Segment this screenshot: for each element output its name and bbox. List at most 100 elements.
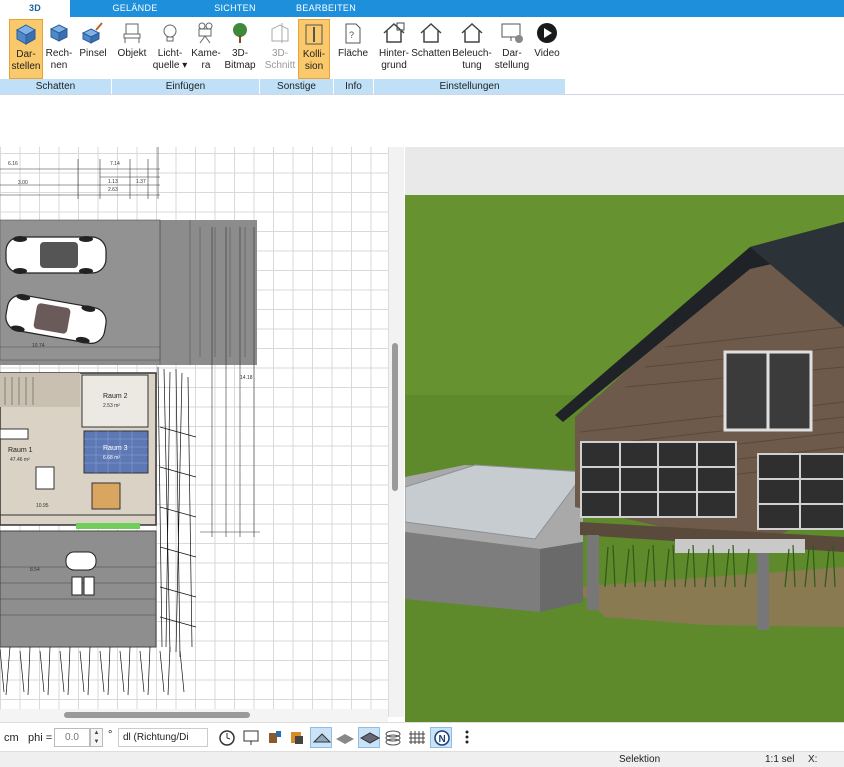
- video-label: Video: [534, 48, 560, 59]
- phi-spinner[interactable]: ▲ ▼: [90, 728, 103, 747]
- flaeche-button[interactable]: ? Fläche: [336, 19, 370, 79]
- room-1-label: Raum 1: [8, 447, 33, 454]
- degree-label: °: [108, 729, 113, 741]
- view-mode-icon[interactable]: [310, 727, 332, 748]
- objekt-button[interactable]: Objekt: [115, 19, 149, 79]
- monitor-gear-icon: [501, 23, 523, 43]
- hintergrund-button[interactable]: Hinter- grund: [375, 19, 413, 79]
- dim-label-9: 10.95: [36, 503, 49, 509]
- dim-label-5: 1.37: [136, 179, 146, 185]
- 3d-bitmap-label-1: 3D-: [231, 48, 249, 59]
- 3d-bitmap-button[interactable]: 3D- Bitmap: [222, 19, 258, 79]
- group-schatten: Schatten: [0, 79, 112, 94]
- paint-icon[interactable]: [264, 727, 286, 748]
- cube-calc-icon: [49, 24, 69, 42]
- lichtquelle-label-2: quelle ▾: [152, 60, 188, 71]
- group-info: Info: [334, 79, 374, 94]
- direction-dropdown[interactable]: dl (Richtung/Di: [118, 728, 208, 747]
- house-shadow-icon: [420, 22, 442, 43]
- group-einfuegen: Einfügen: [112, 79, 260, 94]
- dim-label-3: 3.00: [18, 180, 28, 186]
- kamera-button[interactable]: Kame- ra: [190, 19, 222, 79]
- lichtquelle-button[interactable]: Licht- quelle ▾: [150, 19, 190, 79]
- group-einstellungen: Einstellungen: [374, 79, 566, 94]
- 3d-bitmap-label-2: Bitmap: [224, 60, 256, 71]
- video-button[interactable]: Video: [530, 19, 564, 79]
- darstellen-label-2: stellen: [11, 61, 41, 72]
- objekt-label: Objekt: [117, 48, 147, 59]
- darstellung-label-1: Dar-: [502, 48, 522, 59]
- schatten-button[interactable]: Schatten: [411, 19, 451, 79]
- monitor-icon[interactable]: [240, 727, 262, 748]
- carport-3d: [405, 464, 586, 612]
- grid-material-icon[interactable]: [334, 727, 356, 748]
- lichtquelle-label-1: Licht-: [157, 48, 183, 59]
- dim-label-4: 1.13: [108, 179, 118, 185]
- kollision-label-2: sion: [304, 61, 324, 72]
- ribbon: Dar- stellen Rech- nen Pinsel Objekt Lic…: [0, 17, 844, 79]
- collision-icon: [305, 24, 323, 45]
- group-sonstige: Sonstige: [260, 79, 334, 94]
- status-mode: Selektion: [619, 754, 661, 765]
- house-bg-icon: [383, 22, 405, 43]
- beleuchtung-label-2: tung: [462, 60, 482, 71]
- clock-icon[interactable]: [216, 727, 238, 748]
- north-icon[interactable]: N: [430, 727, 452, 748]
- rechnen-label-1: Rech-: [45, 48, 73, 59]
- status-bar: Selektion 1:1 sel X:: [0, 751, 844, 767]
- kollision-button[interactable]: Kolli- sion: [298, 19, 330, 79]
- 3d-schnitt-button[interactable]: 3D- Schnitt: [263, 19, 297, 79]
- dim-label-10: 8.54: [30, 567, 40, 573]
- play-icon: [537, 23, 557, 43]
- ribbon-divider: [0, 94, 844, 95]
- 3d-view[interactable]: [405, 147, 844, 722]
- darstellen-button[interactable]: Dar- stellen: [9, 19, 43, 79]
- bottom-toolbar: cm phi = ▲▼ ° dl (Richtung/Di N: [0, 722, 844, 751]
- phi-label: phi =: [28, 732, 53, 744]
- dim-label-1: 6.16: [8, 161, 18, 167]
- kamera-label-2: ra: [201, 60, 211, 71]
- flaeche-label: Fläche: [337, 48, 368, 59]
- plan-vertical-scroll-thumb[interactable]: [392, 343, 398, 491]
- camera-icon: [198, 22, 213, 44]
- beleuchtung-label-1: Beleuch-: [452, 48, 492, 59]
- brush-cube-icon: [81, 22, 103, 44]
- kamera-label-1: Kame-: [191, 48, 221, 59]
- room-3-label: Raum 3: [103, 445, 128, 452]
- floor-plan-view[interactable]: 6.16 7.14 3.00 1.13 1.37 2.63 10.74 14.1…: [0, 147, 388, 717]
- dim-label-6: 2.63: [108, 187, 118, 193]
- darstellen-label-1: Dar-: [16, 49, 36, 60]
- dim-label-2: 7.14: [110, 161, 120, 167]
- svg-text:?: ?: [349, 30, 354, 40]
- 3d-schnitt-label-2: Schnitt: [264, 60, 296, 71]
- status-scale: 1:1 sel: [765, 754, 795, 765]
- rechnen-button[interactable]: Rech- nen: [44, 19, 74, 79]
- grid-icon[interactable]: [406, 727, 428, 748]
- tab-sichten[interactable]: SICHTEN: [200, 0, 270, 17]
- beleuchtung-button[interactable]: Beleuch- tung: [452, 19, 492, 79]
- schatten-label: Schatten: [411, 48, 451, 59]
- pinsel-button[interactable]: Pinsel: [76, 19, 110, 79]
- tab-gelaende[interactable]: GELÄNDE: [100, 0, 170, 17]
- 3d-schnitt-label-1: 3D-: [271, 48, 289, 59]
- hintergrund-label-1: Hinter-: [378, 48, 409, 59]
- 3d-scene: [405, 147, 844, 722]
- more-options-icon[interactable]: [456, 727, 478, 748]
- layer-icon[interactable]: [358, 727, 381, 748]
- stack-icon[interactable]: [382, 727, 404, 748]
- status-x-label: X:: [808, 754, 818, 765]
- plan-horizontal-scroll-thumb[interactable]: [64, 712, 250, 718]
- material-icon[interactable]: [286, 727, 308, 748]
- phi-input[interactable]: [54, 728, 90, 747]
- darstellung-button[interactable]: Dar- stellung: [492, 19, 532, 79]
- dim-label-7: 10.74: [32, 343, 45, 349]
- rechnen-label-2: nen: [50, 60, 68, 71]
- tab-bearbeiten[interactable]: BEARBEITEN: [290, 0, 362, 17]
- chair-icon: [123, 23, 141, 43]
- unit-label: cm: [4, 732, 19, 744]
- darstellung-label-2: stellung: [494, 60, 530, 71]
- hintergrund-label-2: grund: [381, 60, 407, 71]
- pinsel-label: Pinsel: [79, 48, 107, 59]
- tab-3d[interactable]: 3D: [0, 0, 70, 17]
- car-top: [5, 236, 107, 274]
